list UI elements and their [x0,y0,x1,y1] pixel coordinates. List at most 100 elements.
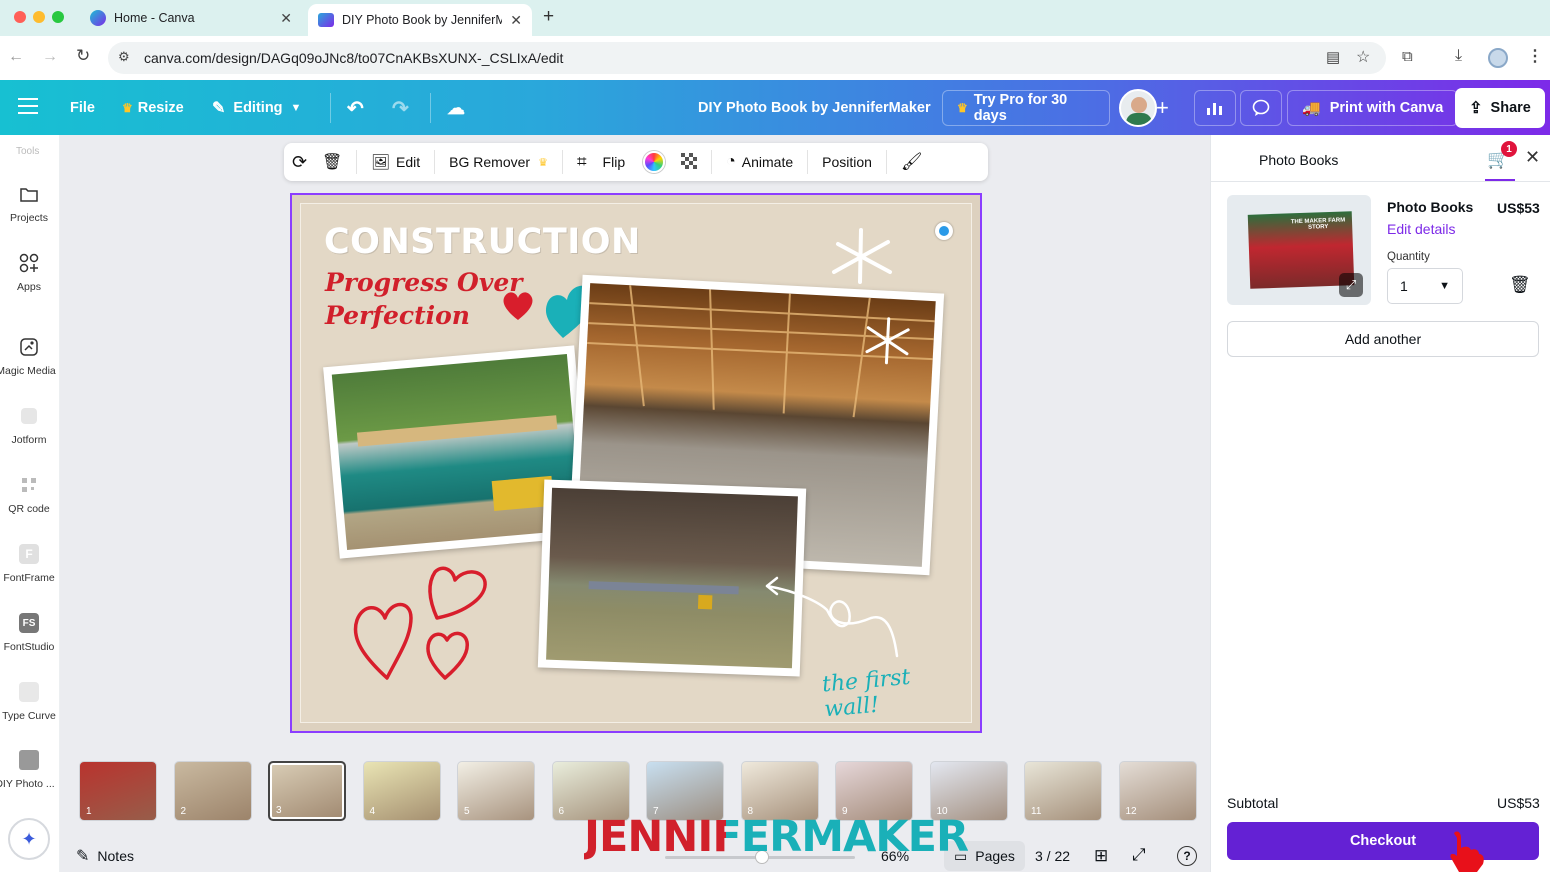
browser-tab-design[interactable]: DIY Photo Book by JenniferM ✕ [308,4,532,36]
forward-arrow-icon[interactable]: → [42,48,58,66]
browser-tab-home[interactable]: Home - Canva ✕ [82,4,302,32]
paint-format-icon[interactable]: 🖌 [893,143,931,181]
quantity-select[interactable]: 1 ▼ [1387,268,1463,304]
sidebar-item-qr-code[interactable]: QR code [0,474,58,515]
maximize-window-button[interactable] [52,11,64,23]
arrow-loop-doodle[interactable] [761,574,911,664]
fullscreen-icon[interactable]: ⤢ [1132,845,1146,865]
try-pro-button[interactable]: ♛ Try Pro for 30 days [942,90,1110,126]
cart-panel: Photo Books 🛒 1 ✕ THE MAKER FARM STORY ⤢… [1210,135,1550,872]
page-thumbnail[interactable]: 12 [1118,761,1197,821]
grid-view-icon[interactable]: ⊞ [1094,846,1108,866]
rotate-handle[interactable] [935,222,953,240]
notes-button[interactable]: ✎ Notes [76,846,134,866]
sidebar-item-jotform[interactable]: Jotform [0,405,58,446]
page-thumbnail[interactable]: 1 [79,761,157,821]
transparency-icon[interactable] [675,143,705,181]
divider [356,150,357,174]
editing-mode-button[interactable]: ✎ Editing ▼ [212,92,301,124]
notes-icon: ✎ [76,848,90,865]
edit-details-link[interactable]: Edit details [1387,221,1455,237]
hamburger-icon[interactable] [18,98,38,114]
divider [807,150,809,174]
cloud-saved-icon[interactable]: ☁ [447,92,465,124]
page-number: 6 [558,806,565,817]
profile-avatar-icon[interactable] [1488,48,1508,68]
canvas-caption[interactable]: the first wall! [821,660,973,723]
red-heart-sticker[interactable] [501,290,535,322]
add-collaborator-icon[interactable]: + [1156,92,1169,124]
browser-menu-icon[interactable]: ⋮ [1527,46,1543,66]
download-icon[interactable]: ⤓ [1455,47,1462,65]
flip-button[interactable]: Flip [595,143,634,181]
sparkle-icon: ✦ [21,828,37,849]
page-thumbnail[interactable]: 3 [268,761,346,821]
add-another-button[interactable]: Add another [1227,321,1539,357]
share-button[interactable]: ⇪ Share [1455,88,1545,128]
animate-button[interactable]: ◔ Animate [718,143,801,181]
back-arrow-icon[interactable]: ← [8,48,24,66]
page-thumbnail[interactable]: 5 [457,761,535,821]
clipboard-icon[interactable]: ▤ [1326,48,1340,66]
outline-hearts-doodle[interactable] [349,560,499,686]
delete-item-icon[interactable]: 🗑 [1509,275,1531,295]
sidebar-item-projects[interactable]: Projects [0,183,58,224]
sidebar-item-diy-photo[interactable]: DIY Photo ... [0,749,58,790]
undo-icon[interactable]: ↶ [347,92,364,124]
close-tab-icon[interactable]: ✕ [280,10,292,27]
page-number: 12 [1125,806,1137,817]
resize-button[interactable]: ♛ Resize [122,92,184,124]
subtotal-value: US$53 [1497,795,1540,811]
sidebar-item-fontframe[interactable]: F FontFrame [0,543,58,584]
replace-icon[interactable]: ⟳ [284,143,322,181]
page-thumbnail[interactable]: 2 [173,761,252,821]
cart-tab[interactable]: 🛒 1 [1485,141,1517,181]
reload-icon[interactable]: ↻ [76,46,90,66]
close-panel-icon[interactable]: ✕ [1525,147,1540,168]
url-bar[interactable]: ⚙ canva.com/design/DAGq09oJNc8/to07CnAKB… [108,42,1386,74]
minimize-window-button[interactable] [33,11,45,23]
product-image[interactable]: THE MAKER FARM STORY ⤢ [1227,195,1371,305]
checkout-button[interactable]: Checkout [1227,822,1539,860]
close-window-button[interactable] [14,11,26,23]
share-label: Share [1490,100,1531,116]
position-button[interactable]: Position [814,143,880,181]
bg-remover-label: BG Remover [449,154,531,170]
page-thumbnail[interactable]: 11 [1024,761,1102,821]
page-number: 2 [180,806,187,817]
comment-icon[interactable] [1240,90,1282,126]
magic-media-icon [18,336,40,358]
print-with-canva-button[interactable]: 🚚 Print with Canva [1287,90,1459,126]
sidebar-item-type-curve[interactable]: Type Curve [0,681,58,722]
trash-icon[interactable]: 🗑 [322,143,354,181]
edit-image-button[interactable]: 🖼 Edit [363,143,428,181]
design-page[interactable]: CONSTRUCTION Progress Over Perfection th… [300,203,972,723]
sidebar-item-apps[interactable]: Apps [0,252,58,293]
design-favicon-icon [318,13,334,27]
redo-icon[interactable]: ↷ [392,92,409,124]
file-menu-button[interactable]: File [70,92,95,124]
subtitle-line-1: Progress Over [325,268,523,297]
help-icon[interactable]: ? [1177,846,1197,866]
subtitle-line-2: Perfection [325,301,470,330]
url-text[interactable]: canva.com/design/DAGq09oJNc8/to07CnAKBsX… [144,50,563,66]
expand-icon[interactable]: ⤢ [1339,273,1363,297]
bg-remover-button[interactable]: BG Remover ♛ [441,143,556,181]
color-wheel-icon[interactable] [633,143,675,181]
sidebar-item-fontstudio[interactable]: FS FontStudio [0,612,58,653]
cast-icon[interactable]: ⧉ [1402,48,1413,65]
canvas-title[interactable]: CONSTRUCTION [324,222,641,262]
canvas-subtitle[interactable]: Progress Over Perfection [325,266,522,332]
insights-chart-icon[interactable] [1194,90,1236,126]
sidebar-item-magic-media[interactable]: Magic Media [0,336,58,377]
white-sparkle-doodle[interactable] [826,226,896,288]
close-tab-icon[interactable]: ✕ [510,12,522,29]
crop-icon[interactable]: ⌗ [569,143,595,181]
magic-assistant-button[interactable]: ✦ [8,818,50,860]
page-thumbnail[interactable]: 4 [362,761,441,821]
new-tab-icon[interactable]: + [543,6,554,28]
design-title[interactable]: DIY Photo Book by JenniferMaker [698,92,931,124]
bookmark-star-icon[interactable]: ☆ [1356,47,1370,67]
user-avatar[interactable] [1119,89,1157,127]
site-settings-icon[interactable]: ⚙ [118,49,130,65]
